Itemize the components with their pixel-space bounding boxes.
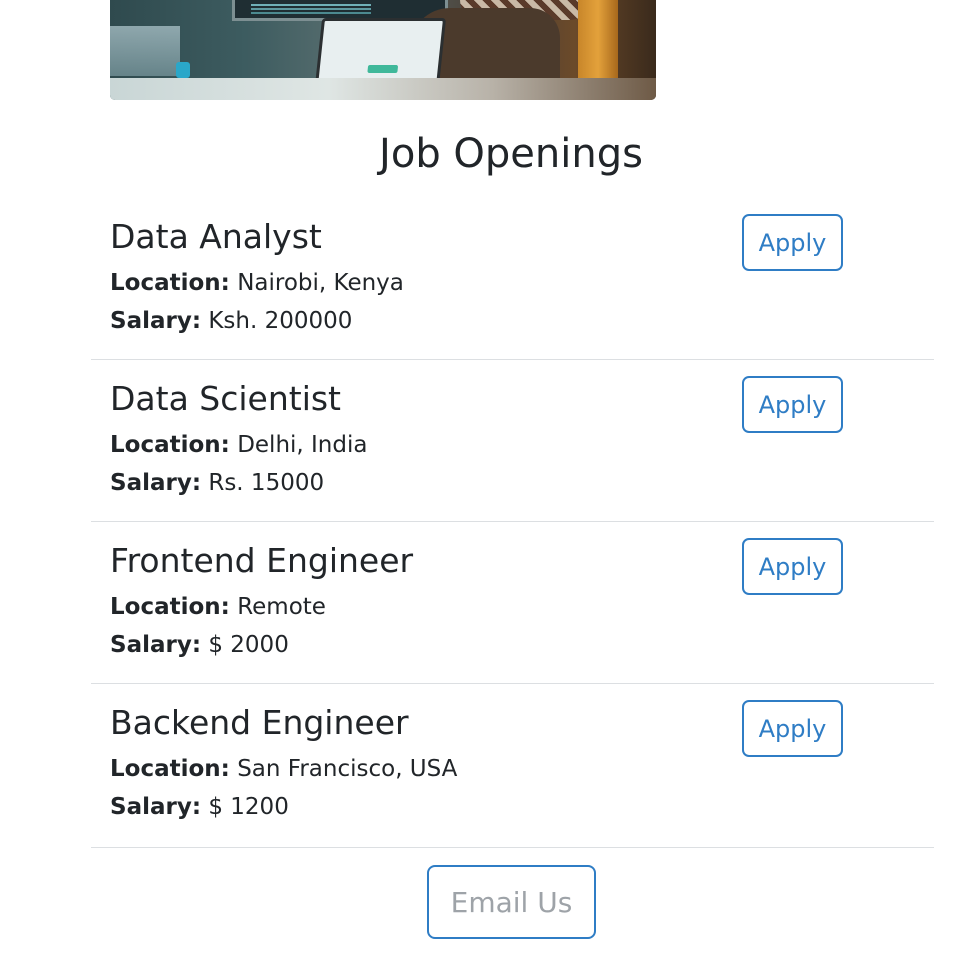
hero-shelf (110, 26, 180, 76)
email-us-button[interactable]: Email Us (427, 865, 596, 939)
salary-value: Rs. 15000 (208, 470, 325, 496)
job-salary: Salary: Ksh. 200000 (110, 306, 352, 336)
location-value: Delhi, India (237, 432, 368, 458)
hero-image (110, 0, 656, 100)
job-location: Location: Nairobi, Kenya (110, 268, 404, 298)
salary-label: Salary: (110, 632, 202, 658)
hero-cup (176, 62, 190, 78)
location-value: Remote (237, 594, 326, 620)
job-salary: Salary: $ 2000 (110, 630, 289, 660)
salary-label: Salary: (110, 308, 202, 334)
salary-value: $ 2000 (208, 632, 289, 658)
job-item: Data Analyst Location: Nairobi, Kenya Sa… (91, 198, 934, 360)
apply-button[interactable]: Apply (742, 700, 843, 757)
page: Job Openings Data Analyst Location: Nair… (0, 0, 960, 960)
job-location: Location: San Francisco, USA (110, 754, 457, 784)
salary-value: Ksh. 200000 (208, 308, 353, 334)
job-item: Frontend Engineer Location: Remote Salar… (91, 522, 934, 684)
salary-label: Salary: (110, 470, 202, 496)
salary-label: Salary: (110, 794, 202, 820)
location-label: Location: (110, 594, 230, 620)
job-title: Data Scientist (110, 379, 341, 418)
job-salary: Salary: Rs. 15000 (110, 468, 324, 498)
location-value: San Francisco, USA (237, 756, 458, 782)
apply-button[interactable]: Apply (742, 376, 843, 433)
hero-desk (110, 78, 656, 100)
job-title: Frontend Engineer (110, 541, 414, 580)
job-title: Backend Engineer (110, 703, 409, 742)
job-location: Location: Remote (110, 592, 326, 622)
salary-value: $ 1200 (208, 794, 289, 820)
page-title: Job Openings (379, 131, 643, 177)
apply-button[interactable]: Apply (742, 214, 843, 271)
location-value: Nairobi, Kenya (237, 270, 404, 296)
job-item: Backend Engineer Location: San Francisco… (91, 684, 934, 848)
apply-button[interactable]: Apply (742, 538, 843, 595)
job-location: Location: Delhi, India (110, 430, 367, 460)
job-item: Data Scientist Location: Delhi, India Sa… (91, 360, 934, 522)
location-label: Location: (110, 756, 230, 782)
job-salary: Salary: $ 1200 (110, 792, 289, 822)
job-title: Data Analyst (110, 217, 322, 256)
location-label: Location: (110, 432, 230, 458)
job-list: Data Analyst Location: Nairobi, Kenya Sa… (91, 198, 934, 848)
location-label: Location: (110, 270, 230, 296)
